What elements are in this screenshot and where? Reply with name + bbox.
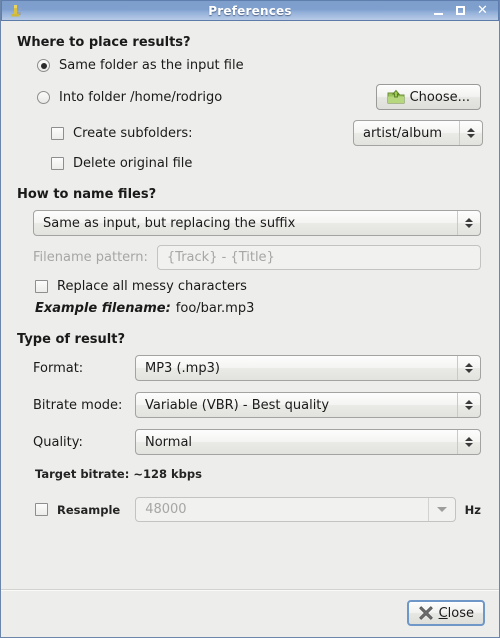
radio-into-folder-label: Into folder /home/rodrigo	[59, 89, 223, 105]
resample-rate-combo[interactable]: 48000	[135, 497, 456, 522]
example-filename-prefix: Example filename:	[35, 301, 171, 316]
quality-combo[interactable]: Normal	[135, 429, 481, 455]
create-subfolders-checkbox[interactable]	[51, 126, 64, 140]
resample-unit-label: Hz	[464, 502, 481, 517]
minimize-icon[interactable]	[432, 4, 445, 17]
bitrate-mode-value: Variable (VBR) - Best quality	[145, 397, 330, 413]
close-rest: lose	[447, 605, 474, 621]
resample-rate-value: 48000	[145, 502, 187, 517]
bitrate-mode-label: Bitrate mode:	[33, 397, 123, 413]
dialog-footer: Close	[1, 589, 499, 637]
radio-same-folder-label: Same folder as the input file	[59, 58, 244, 73]
subfolder-pattern-spinner-icon[interactable]	[459, 121, 482, 145]
replace-messy-label: Replace all messy characters	[57, 279, 247, 294]
quality-row: Quality: Normal	[33, 429, 481, 455]
quality-label: Quality:	[33, 434, 83, 450]
radio-same-folder[interactable]	[37, 59, 50, 72]
radio-row-same-folder[interactable]: Same folder as the input file	[37, 58, 483, 73]
naming-mode-combo[interactable]: Same as input, but replacing the suffix	[33, 210, 481, 236]
where-section-title: Where to place results?	[17, 35, 191, 50]
bitrate-mode-combo[interactable]: Variable (VBR) - Best quality	[135, 392, 481, 418]
footer-separator	[1, 589, 499, 591]
format-value: MP3 (.mp3)	[145, 360, 220, 376]
create-subfolders-row[interactable]: Create subfolders: artist/album	[51, 120, 483, 146]
naming-mode-value: Same as input, but replacing the suffix	[43, 215, 296, 231]
replace-messy-row[interactable]: Replace all messy characters	[35, 279, 483, 294]
naming-section-title: How to name files?	[17, 187, 157, 202]
resample-row: Resample 48000 Hz	[35, 497, 481, 522]
delete-original-row[interactable]: Delete original file	[51, 156, 483, 171]
choose-folder-label: Choose...	[409, 89, 470, 105]
quality-spinner-icon[interactable]	[457, 430, 480, 454]
format-combo[interactable]: MP3 (.mp3)	[135, 355, 481, 381]
bitrate-mode-spinner-icon[interactable]	[457, 393, 480, 417]
app-icon	[8, 3, 24, 19]
close-button[interactable]: Close	[406, 600, 485, 626]
radio-into-folder[interactable]	[37, 90, 50, 104]
radio-row-into-folder[interactable]: Into folder /home/rodrigo Choose...	[37, 84, 483, 110]
subfolder-pattern-value: artist/album	[363, 125, 443, 141]
quality-value: Normal	[145, 434, 193, 450]
bitrate-mode-row: Bitrate mode: Variable (VBR) - Best qual…	[33, 392, 481, 418]
replace-messy-checkbox[interactable]	[35, 280, 48, 293]
resample-checkbox[interactable]	[35, 503, 48, 516]
resample-label: Resample	[57, 502, 121, 517]
result-section-title: Type of result?	[17, 332, 125, 347]
naming-mode-spinner-icon[interactable]	[457, 211, 480, 235]
resample-chevron-down-icon[interactable]	[427, 498, 455, 521]
close-x-icon	[418, 605, 434, 621]
close-icon[interactable]: ✕	[476, 4, 489, 17]
example-filename-row: Example filename: foo/bar.mp3	[35, 301, 483, 316]
format-label: Format:	[33, 360, 84, 376]
example-filename-value: foo/bar.mp3	[175, 301, 255, 316]
choose-folder-button[interactable]: Choose...	[375, 84, 481, 110]
window-title: Preferences	[208, 3, 292, 18]
delete-original-label: Delete original file	[73, 156, 193, 171]
filename-pattern-label: Filename pattern:	[33, 250, 148, 265]
format-row: Format: MP3 (.mp3)	[33, 355, 481, 381]
filename-pattern-row: Filename pattern: {Track} - {Title}	[33, 245, 481, 270]
folder-upload-icon	[387, 89, 405, 105]
window-controls: ✕	[432, 4, 498, 17]
target-bitrate-text: Target bitrate: ~128 kbps	[35, 467, 202, 481]
close-button-label: Close	[439, 606, 474, 621]
delete-original-checkbox[interactable]	[51, 157, 64, 170]
maximize-icon[interactable]	[454, 4, 467, 17]
preferences-dialog: Preferences ✕ Where to place results? Sa…	[0, 0, 500, 638]
filename-pattern-input[interactable]: {Track} - {Title}	[156, 245, 481, 270]
close-mnemonic: C	[438, 605, 448, 621]
format-spinner-icon[interactable]	[457, 356, 480, 380]
window-titlebar[interactable]: Preferences ✕	[1, 0, 499, 21]
subfolder-pattern-combo[interactable]: artist/album	[353, 120, 483, 146]
dialog-content: Where to place results? Same folder as t…	[1, 21, 499, 637]
create-subfolders-label: Create subfolders:	[73, 125, 193, 141]
